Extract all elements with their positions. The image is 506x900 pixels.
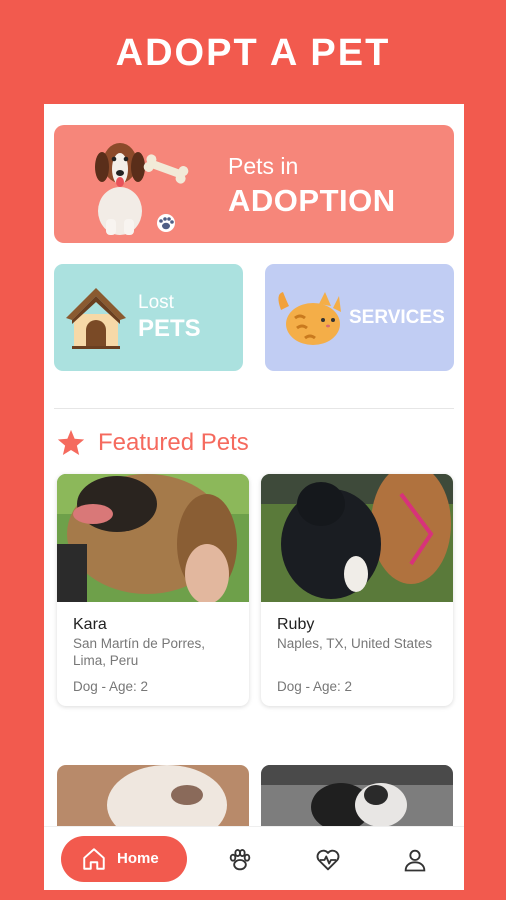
services-label: SERVICES (349, 307, 445, 328)
pet-name: Kara (73, 616, 107, 633)
pet-name: Ruby (277, 616, 315, 633)
cat-illustration-icon (278, 292, 341, 345)
pet-card-kara[interactable]: Kara San Martín de Porres, Lima, Peru Do… (57, 474, 249, 706)
pet-location: Naples, TX, United States (277, 636, 433, 651)
pet-card-partial[interactable] (57, 765, 249, 835)
nav-home-label: Home (117, 850, 159, 867)
adoption-label-big: ADOPTION (228, 183, 396, 218)
home-icon (83, 848, 105, 870)
pet-photo (261, 474, 453, 602)
app-screen: Pets in ADOPTION Lost PETS SERVICES Feat… (44, 104, 464, 890)
lost-pets-card[interactable]: Lost PETS (54, 264, 243, 371)
dog-house-icon (66, 288, 126, 349)
star-icon (57, 429, 85, 455)
health-icon[interactable] (314, 846, 342, 874)
paw-icon[interactable] (226, 846, 254, 874)
pet-photo (57, 474, 249, 602)
pet-meta: Dog - Age: 2 (277, 679, 353, 694)
lost-label-big: PETS (138, 315, 201, 342)
pet-card-partial[interactable] (261, 765, 453, 835)
pet-card-ruby[interactable]: Ruby Naples, TX, United States Dog - Age… (261, 474, 453, 706)
dog-illustration-icon (95, 143, 189, 235)
adoption-card[interactable]: Pets in ADOPTION (54, 125, 454, 243)
section-divider (54, 408, 454, 409)
adoption-label-small: Pets in (228, 153, 299, 179)
pet-meta: Dog - Age: 2 (73, 679, 149, 694)
featured-pets-title: Featured Pets (98, 429, 249, 456)
services-card[interactable]: SERVICES (265, 264, 454, 371)
bottom-navigation: Home (44, 826, 464, 890)
lost-label-small: Lost (138, 292, 174, 313)
pet-location: San Martín de Porres, Lima, Peru (73, 636, 206, 668)
banner-title: ADOPT A PET (115, 32, 391, 74)
nav-home-button[interactable]: Home (61, 836, 187, 882)
profile-icon[interactable] (401, 846, 429, 874)
